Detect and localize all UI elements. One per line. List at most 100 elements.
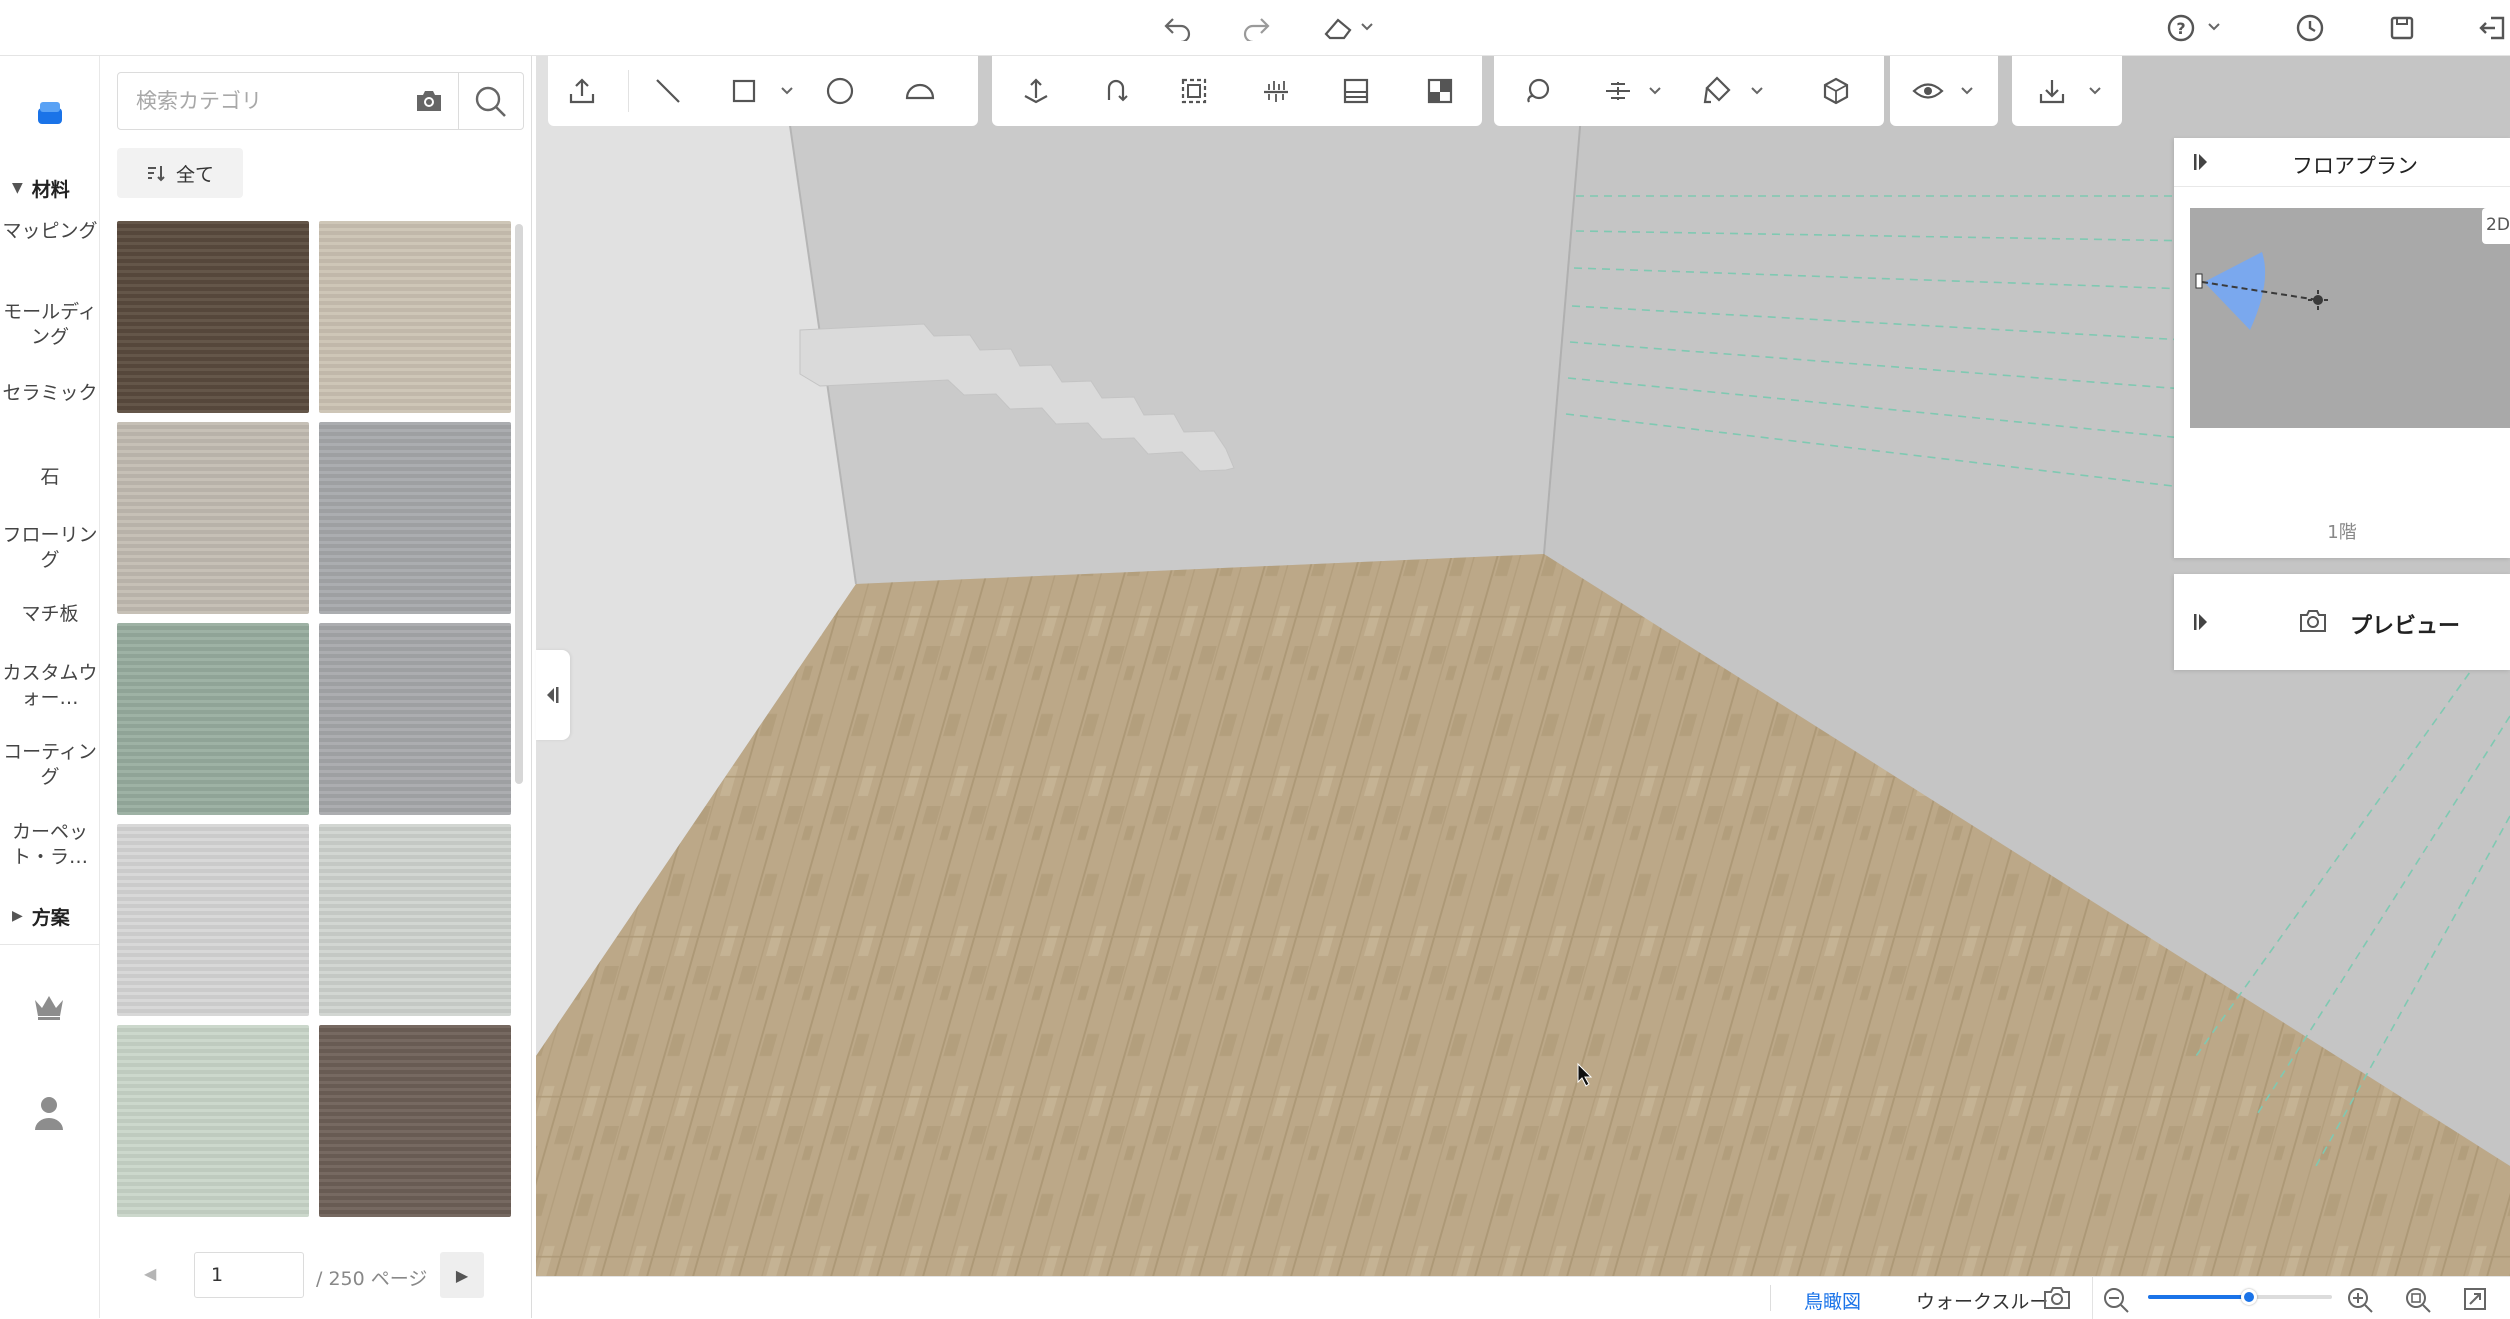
eye-icon[interactable] xyxy=(1906,69,1950,113)
fullscreen-icon[interactable] xyxy=(2462,1286,2488,1312)
rail-item-custom-wall[interactable]: カスタムウォー… xyxy=(0,661,100,711)
paint-icon[interactable] xyxy=(1694,69,1738,113)
save-icon[interactable] xyxy=(2384,6,2420,50)
split-icon[interactable] xyxy=(1334,69,1378,113)
toolbar-view-group xyxy=(1494,56,1884,126)
user-icon[interactable] xyxy=(34,1096,64,1130)
exit-icon[interactable] xyxy=(2474,6,2510,50)
status-divider xyxy=(2092,1277,2093,1319)
crown-icon[interactable] xyxy=(32,992,66,1022)
chevron-down-icon[interactable] xyxy=(1960,84,1974,98)
zoom-out-icon[interactable] xyxy=(2102,1286,2130,1314)
material-swatch[interactable] xyxy=(319,1025,511,1217)
rail-item-carpet[interactable]: カーペット・ラ… xyxy=(0,820,100,870)
toolbar-export-group xyxy=(2012,56,2122,126)
material-swatch[interactable] xyxy=(319,623,511,815)
rail-item-plank[interactable]: マチ板 xyxy=(0,602,100,627)
prev-page-icon[interactable]: ◀ xyxy=(144,1264,156,1283)
material-library-icon[interactable] xyxy=(30,92,70,132)
floor-label[interactable]: 1階 xyxy=(2174,518,2510,544)
next-page-icon: ▶ xyxy=(455,1265,469,1285)
panel-scrollbar[interactable] xyxy=(515,224,523,784)
eraser-icon[interactable] xyxy=(1318,6,1382,50)
material-swatch[interactable] xyxy=(117,422,309,614)
align-icon[interactable] xyxy=(1254,69,1298,113)
select-area-icon[interactable] xyxy=(1172,69,1216,113)
zoom-slider-fill xyxy=(2148,1295,2249,1299)
panel-divider xyxy=(2174,186,2510,187)
zoom-slider-track[interactable] xyxy=(2148,1289,2332,1305)
chevron-down-icon[interactable] xyxy=(1750,84,1764,98)
redo-icon[interactable] xyxy=(1236,6,1276,50)
history-icon[interactable] xyxy=(2292,6,2328,50)
upload-icon[interactable] xyxy=(560,69,604,113)
material-swatch[interactable] xyxy=(117,623,309,815)
collapse-right-icon[interactable] xyxy=(2192,612,2210,632)
collapse-panel-button[interactable] xyxy=(536,650,570,740)
bird-view-tab[interactable]: 鳥瞰図 xyxy=(1804,1287,1861,1314)
material-swatch[interactable] xyxy=(117,1025,309,1217)
rail-item-mapping[interactable]: マッピング xyxy=(0,219,100,244)
floor-plan-panel: フロアプラン 2D 1階 xyxy=(2174,138,2510,558)
next-page-button[interactable]: ▶ xyxy=(440,1252,484,1298)
lasso-icon[interactable] xyxy=(1516,69,1560,113)
preview-title[interactable]: プレビュー xyxy=(2350,608,2460,640)
camera-search-icon[interactable] xyxy=(414,87,444,115)
material-swatch[interactable] xyxy=(117,824,309,1016)
view-2d-badge[interactable]: 2D xyxy=(2482,208,2510,244)
level-icon[interactable] xyxy=(1596,69,1640,113)
page-number-input[interactable] xyxy=(194,1252,304,1298)
chevron-down-icon[interactable] xyxy=(2088,84,2102,98)
move-up-icon[interactable] xyxy=(1014,69,1058,113)
filter-all-button[interactable]: 全て xyxy=(117,148,243,198)
expand-down-icon: ▼ xyxy=(12,180,23,196)
collapse-right-icon[interactable] xyxy=(2192,152,2210,172)
svg-text:?: ? xyxy=(2176,19,2185,38)
rail-item-flooring[interactable]: フローリング xyxy=(0,523,100,573)
top-toolbar: ? xyxy=(0,0,2510,56)
arc-tool-icon[interactable] xyxy=(898,69,942,113)
search-input[interactable] xyxy=(118,73,458,129)
group-plans[interactable]: ▶ 方案 xyxy=(0,898,100,934)
group-materials[interactable]: ▼ 材料 xyxy=(0,170,100,206)
rotate-icon[interactable] xyxy=(1094,69,1138,113)
filter-icon xyxy=(146,164,166,182)
status-bar: 鳥瞰図 ウォークスルー xyxy=(536,1276,2510,1319)
material-swatch[interactable] xyxy=(319,422,511,614)
rail-item-coating[interactable]: コーティング xyxy=(0,740,100,790)
material-swatch[interactable] xyxy=(117,221,309,413)
material-swatch[interactable] xyxy=(319,221,511,413)
rail-item-stone[interactable]: 石 xyxy=(0,465,100,490)
material-swatch[interactable] xyxy=(319,824,511,1016)
toolbar-draw-group xyxy=(548,56,978,126)
toolbar-divider xyxy=(628,70,629,112)
floor-plan-minimap[interactable] xyxy=(2190,208,2510,428)
download-icon[interactable] xyxy=(2030,69,2074,113)
cube-icon[interactable] xyxy=(1814,69,1858,113)
zoom-fit-icon[interactable] xyxy=(2404,1286,2432,1314)
floor-plan-title: フロアプラン xyxy=(2292,154,2418,178)
search-divider xyxy=(458,73,459,129)
collapse-left-icon xyxy=(546,686,560,704)
category-rail: ▼ 材料 マッピング モールディング セラミック 石 フローリング マチ板 カス… xyxy=(0,56,100,1318)
rectangle-tool-icon[interactable] xyxy=(722,69,766,113)
chevron-down-icon[interactable] xyxy=(780,84,794,98)
page-total: / 250 ページ xyxy=(316,1268,428,1290)
layout-icon[interactable] xyxy=(1418,69,1462,113)
preview-panel: プレビュー xyxy=(2174,574,2510,670)
screenshot-icon[interactable] xyxy=(2042,1285,2072,1311)
zoom-in-icon[interactable] xyxy=(2346,1286,2374,1314)
search-box xyxy=(117,72,524,130)
zoom-slider-handle[interactable] xyxy=(2241,1289,2257,1305)
walkthrough-tab[interactable]: ウォークスルー xyxy=(1916,1287,2048,1314)
group-plans-label: 方案 xyxy=(31,906,70,929)
line-tool-icon[interactable] xyxy=(646,69,690,113)
rail-item-molding[interactable]: モールディング xyxy=(0,300,100,350)
rail-item-ceramic[interactable]: セラミック xyxy=(0,381,100,406)
chevron-down-icon[interactable] xyxy=(1648,84,1662,98)
filter-all-label: 全て xyxy=(175,163,214,186)
search-icon[interactable] xyxy=(474,85,508,119)
circle-tool-icon[interactable] xyxy=(818,69,862,113)
undo-icon[interactable] xyxy=(1158,6,1198,50)
help-icon[interactable]: ? xyxy=(2164,6,2230,50)
